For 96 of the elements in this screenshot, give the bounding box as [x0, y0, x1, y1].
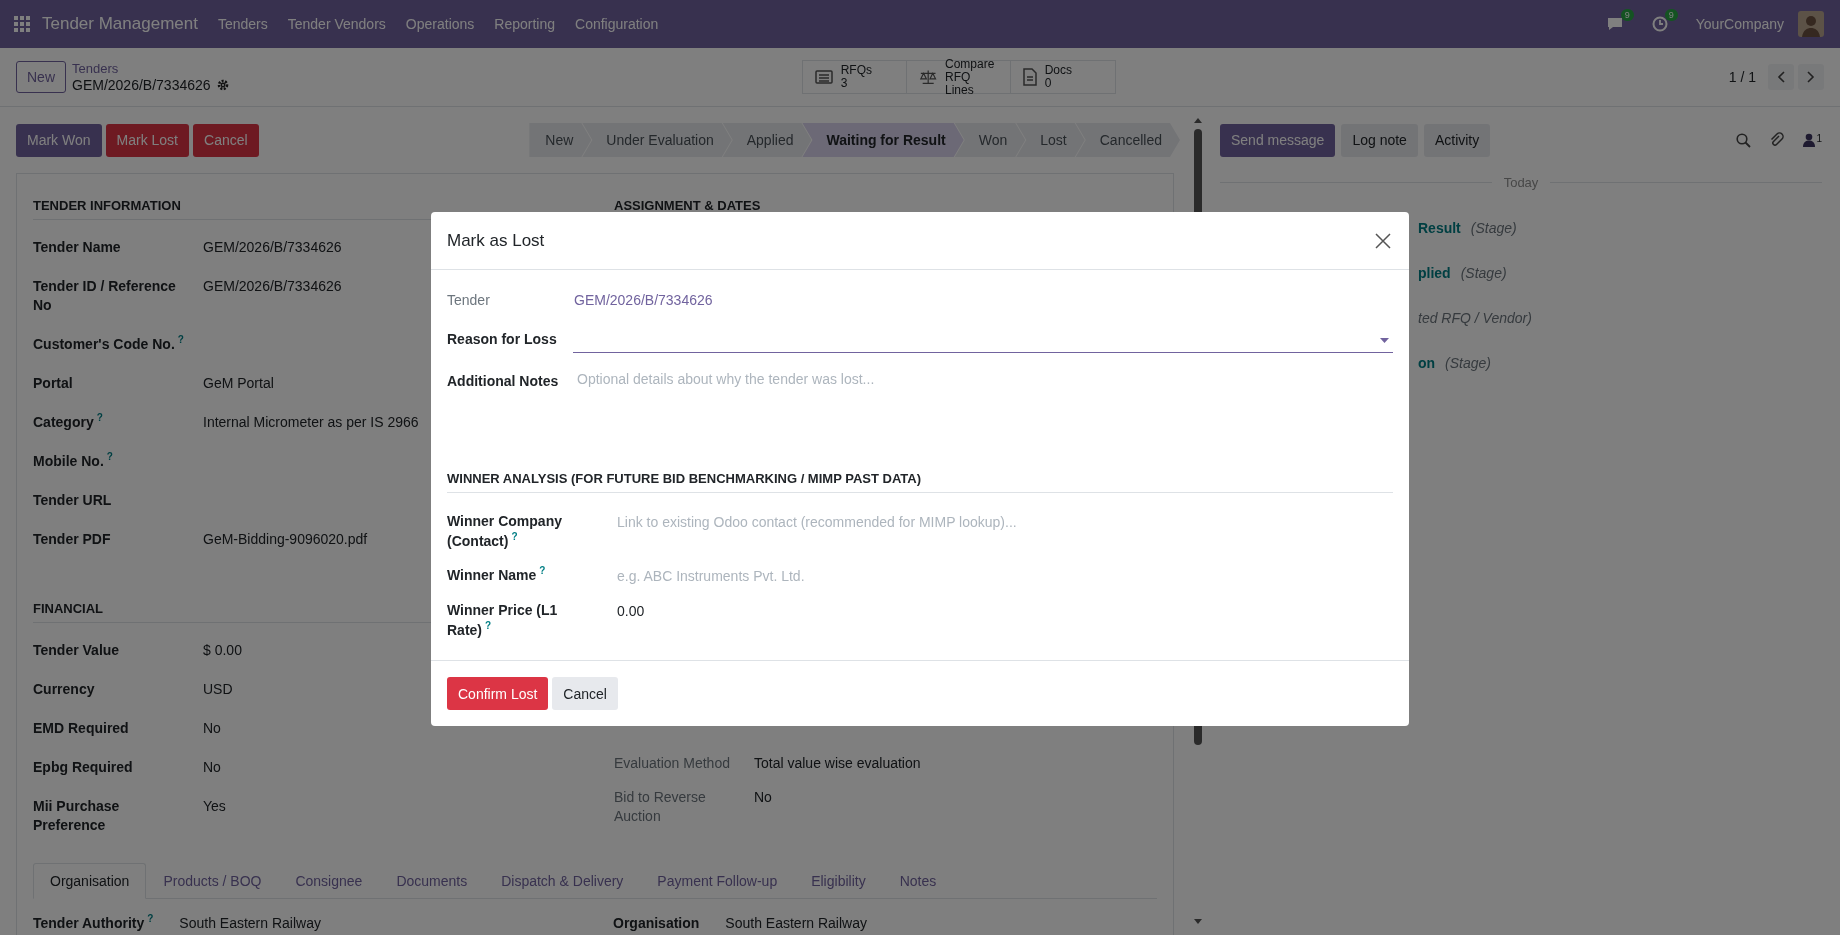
- field-value: Internal Micrometer as per IS 2966: [203, 413, 419, 432]
- new-button[interactable]: New: [16, 61, 66, 93]
- app-grid-icon[interactable]: [14, 16, 30, 32]
- field-label: Mobile No. $^{?}$: [33, 452, 114, 471]
- stage-link[interactable]: plied: [1418, 263, 1451, 284]
- menu-item[interactable]: Tender Vendors: [287, 16, 386, 32]
- clock-icon[interactable]: [1651, 16, 1668, 32]
- gear-icon[interactable]: [216, 79, 229, 91]
- field-label: Winner Company (Contact) $^{?}$: [447, 512, 563, 551]
- action-button[interactable]: Mark Won: [16, 123, 102, 157]
- field-value: South Eastern Railway: [725, 915, 867, 931]
- breadcrumb-link[interactable]: Tenders: [72, 61, 229, 77]
- field-label: Bid to Reverse Auction: [614, 788, 707, 826]
- dialog-title: Mark as Lost: [447, 230, 545, 251]
- next-button[interactable]: [1798, 64, 1824, 90]
- field-label: Tender Authority $^{?}$: [33, 915, 154, 931]
- status-stage[interactable]: New: [529, 123, 592, 157]
- field-value[interactable]: GEM/2026/B/7334626: [573, 290, 1393, 311]
- action-button[interactable]: Cancel: [193, 123, 259, 157]
- menu-item[interactable]: Operations: [405, 16, 475, 32]
- count-badge: 9: [1620, 9, 1634, 21]
- action-button[interactable]: Mark Lost: [105, 123, 189, 157]
- message-note: (Stage): [1470, 219, 1517, 238]
- record-title: GEM/2026/B/7334626: [72, 77, 211, 93]
- field-value: No: [203, 758, 221, 777]
- field-value: No: [203, 719, 221, 738]
- field-label: Tender URL: [33, 491, 113, 510]
- field-label: Category $^{?}$: [33, 413, 104, 432]
- chatter-button[interactable]: Send message: [1220, 123, 1336, 157]
- notebook-tab[interactable]: Payment Follow-up: [640, 863, 795, 899]
- notebook-tab[interactable]: Organisation: [33, 863, 147, 899]
- field-label: Mii Purchase Preference: [33, 797, 121, 835]
- close-button[interactable]: [1373, 230, 1393, 251]
- field-label: Tender: [447, 291, 491, 310]
- field-label: Tender Value: [33, 641, 121, 660]
- notebook-tab[interactable]: Products / BOQ: [146, 863, 279, 899]
- field-label: Tender Name: [33, 238, 122, 257]
- status-stage[interactable]: Cancelled: [1075, 123, 1180, 157]
- field-value: Yes: [203, 797, 226, 816]
- count-badge: 9: [1664, 9, 1678, 21]
- app-name[interactable]: Tender Management: [42, 14, 198, 34]
- field-value: No: [754, 788, 772, 807]
- field-label: Tender PDF: [33, 530, 112, 549]
- notebook-tab[interactable]: Eligibility: [794, 863, 883, 899]
- section-heading: WINNER ANALYSIS (FOR FUTURE BID BENCHMARKING / MIMP PAST DATA): [447, 471, 1393, 493]
- stage-link[interactable]: Result: [1418, 218, 1461, 239]
- field-value: GEM/2026/B/7334626: [203, 238, 342, 257]
- dialog-button[interactable]: Confirm Lost: [447, 677, 549, 710]
- date-separator: Today: [1503, 175, 1539, 190]
- follower-count: 1: [1816, 133, 1822, 144]
- field-value: GeM Portal: [203, 374, 274, 393]
- field-value: USD: [203, 680, 233, 699]
- field-label: Organisation: [613, 915, 700, 931]
- notebook-tab[interactable]: Documents: [379, 863, 485, 899]
- previous-button[interactable]: [1768, 64, 1794, 90]
- message-note: (Stage): [1460, 264, 1507, 283]
- list-icon: [814, 69, 833, 85]
- field-label: Evaluation Method: [614, 754, 731, 773]
- field-label: Additional Notes: [447, 372, 560, 391]
- chat-icon[interactable]: [1605, 16, 1624, 32]
- chatter-button[interactable]: Log note: [1341, 123, 1418, 157]
- message-note: ted RFQ / Vendor): [1418, 309, 1532, 328]
- field-value: Total value wise evaluation: [754, 754, 921, 773]
- field-value: $ 0.00: [203, 641, 242, 660]
- field-label: Epbg Required: [33, 758, 134, 777]
- status-stage[interactable]: Waiting for Result: [802, 123, 964, 157]
- menu-item[interactable]: Configuration: [575, 16, 659, 32]
- menu-item[interactable]: Reporting: [494, 16, 555, 32]
- field-label: Currency: [33, 680, 96, 699]
- message-note: (Stage): [1445, 354, 1492, 373]
- field-value: GeM-Bidding-9096020.pdf: [203, 530, 368, 549]
- field-label: EMD Required: [33, 719, 130, 738]
- paperclip-icon[interactable]: [1769, 132, 1786, 148]
- dialog-button[interactable]: Cancel: [552, 677, 618, 710]
- stage-link[interactable]: on: [1418, 353, 1436, 374]
- scale-icon: [918, 69, 937, 85]
- field-value: GEM/2026/B/7334626: [203, 277, 342, 296]
- field-label: Portal: [33, 374, 74, 393]
- menu-item[interactable]: Tenders: [217, 16, 268, 32]
- company-name[interactable]: YourCompany: [1695, 16, 1784, 32]
- notebook-tab[interactable]: Dispatch & Delivery: [484, 863, 641, 899]
- field-label: Reason for Loss: [447, 330, 558, 349]
- field-label: Tender ID / Reference No: [33, 277, 177, 315]
- pager-value[interactable]: 1 / 1: [1728, 69, 1756, 85]
- person-icon[interactable]: [1803, 133, 1816, 147]
- chevron-left-icon: [1777, 71, 1785, 83]
- field-label: Winner Name $^{?}$: [447, 565, 547, 585]
- caret-icon: [1380, 338, 1389, 343]
- search-icon[interactable]: [1736, 132, 1752, 148]
- document-icon: [1022, 68, 1037, 86]
- notebook-tab[interactable]: Consignee: [278, 863, 380, 899]
- notebook-tab[interactable]: Notes: [882, 863, 954, 899]
- chevron-right-icon: [1807, 71, 1815, 83]
- chatter-button[interactable]: Activity: [1423, 123, 1491, 157]
- field-label: Customer's Code No. $^{?}$: [33, 335, 185, 354]
- status-stage[interactable]: Under Evaluation: [582, 123, 732, 157]
